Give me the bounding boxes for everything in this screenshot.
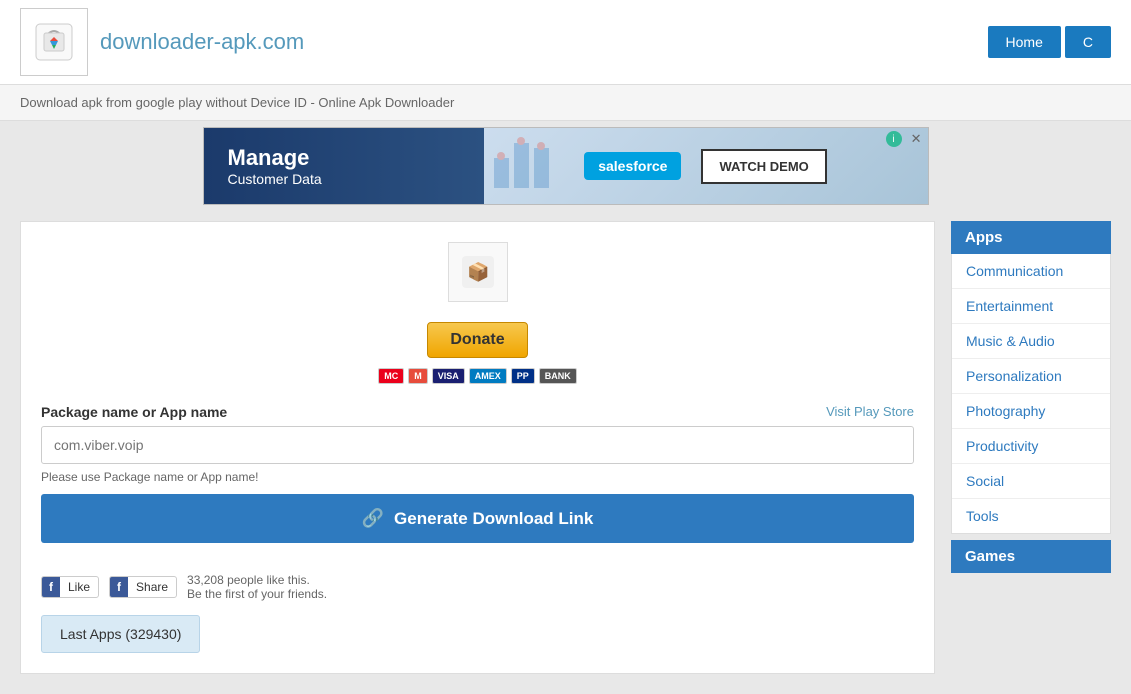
header: downloader-apk.com Home C — [0, 0, 1131, 85]
sidebar-item-photography[interactable]: Photography — [952, 394, 1110, 429]
ad-subtitle: Customer Data — [228, 171, 484, 187]
content-area: 📦 Donate MC M VISA AMEX PP BANK Package … — [20, 221, 935, 674]
logo — [20, 8, 88, 76]
hint-text: Please use Package name or App name! — [41, 470, 914, 484]
ad-banner: Manage Customer Data salesforce WATCH DE… — [203, 127, 929, 205]
fb-count-sub: Be the first of your friends. — [187, 587, 327, 601]
donate-section: Donate MC M VISA AMEX PP BANK — [41, 322, 914, 384]
link-icon: 🔗 — [362, 508, 384, 529]
maestro-icon: M — [408, 368, 428, 384]
apps-list: Communication Entertainment Music & Audi… — [951, 254, 1111, 534]
ad-text: Manage Customer Data — [204, 145, 484, 187]
sidebar-item-personalization[interactable]: Personalization — [952, 359, 1110, 394]
sidebar-item-productivity[interactable]: Productivity — [952, 429, 1110, 464]
paypal-icon: PP — [511, 368, 535, 384]
breadcrumb: Download apk from google play without De… — [0, 85, 1131, 121]
amex-icon: AMEX — [469, 368, 507, 384]
sidebar-item-music-audio[interactable]: Music & Audio — [952, 324, 1110, 359]
ad-title: Manage — [228, 145, 484, 171]
breadcrumb-text: Download apk from google play without De… — [20, 95, 454, 110]
visit-play-store-link[interactable]: Visit Play Store — [826, 404, 914, 420]
ad-close-icon[interactable]: ✕ — [911, 131, 922, 147]
facebook-like-button[interactable]: f Like — [41, 576, 99, 598]
payment-icons: MC M VISA AMEX PP BANK — [41, 368, 914, 384]
visa-icon: VISA — [432, 368, 465, 384]
donate-button[interactable]: Donate — [427, 322, 527, 358]
facebook-share-button[interactable]: f Share — [109, 576, 177, 598]
watch-demo-button[interactable]: WATCH DEMO — [701, 149, 826, 184]
sidebar-item-entertainment[interactable]: Entertainment — [952, 289, 1110, 324]
site-title[interactable]: downloader-apk.com — [100, 29, 304, 55]
home-button[interactable]: Home — [988, 26, 1061, 58]
facebook-count: 33,208 people like this. Be the first of… — [187, 573, 327, 601]
generate-btn-label: Generate Download Link — [394, 509, 593, 529]
main-layout: 📦 Donate MC M VISA AMEX PP BANK Package … — [0, 211, 1131, 694]
facebook-f-icon: f — [42, 577, 60, 597]
sidebar-item-communication[interactable]: Communication — [952, 254, 1110, 289]
sidebar-item-tools[interactable]: Tools — [952, 499, 1110, 533]
form-label: Package name or App name — [41, 404, 227, 420]
ad-info-icon[interactable]: i — [886, 131, 902, 147]
form-section: Package name or App name Visit Play Stor… — [41, 404, 914, 543]
header-left: downloader-apk.com — [20, 8, 304, 76]
facebook-section: f Like f Share 33,208 people like this. … — [41, 559, 914, 601]
ad-image: salesforce WATCH DEMO — [484, 128, 928, 204]
package-input[interactable] — [41, 426, 914, 464]
form-label-row: Package name or App name Visit Play Stor… — [41, 404, 914, 420]
last-apps-button[interactable]: Last Apps (329430) — [41, 615, 200, 653]
app-image: 📦 — [448, 242, 508, 302]
bank-icon: BANK — [539, 368, 577, 384]
fb-count-text: 33,208 people like this. — [187, 573, 327, 587]
games-section-title: Games — [951, 540, 1111, 573]
share-label: Share — [128, 577, 176, 597]
like-label: Like — [60, 577, 98, 597]
nav-button-c[interactable]: C — [1065, 26, 1111, 58]
sidebar-item-social[interactable]: Social — [952, 464, 1110, 499]
mastercard-icon: MC — [378, 368, 404, 384]
svg-text:📦: 📦 — [467, 261, 489, 282]
generate-download-link-button[interactable]: 🔗 Generate Download Link — [41, 494, 914, 543]
sidebar: Apps Communication Entertainment Music &… — [951, 221, 1111, 674]
header-nav: Home C — [988, 26, 1111, 58]
apps-section-title: Apps — [951, 221, 1111, 254]
facebook-f-icon-2: f — [110, 577, 128, 597]
